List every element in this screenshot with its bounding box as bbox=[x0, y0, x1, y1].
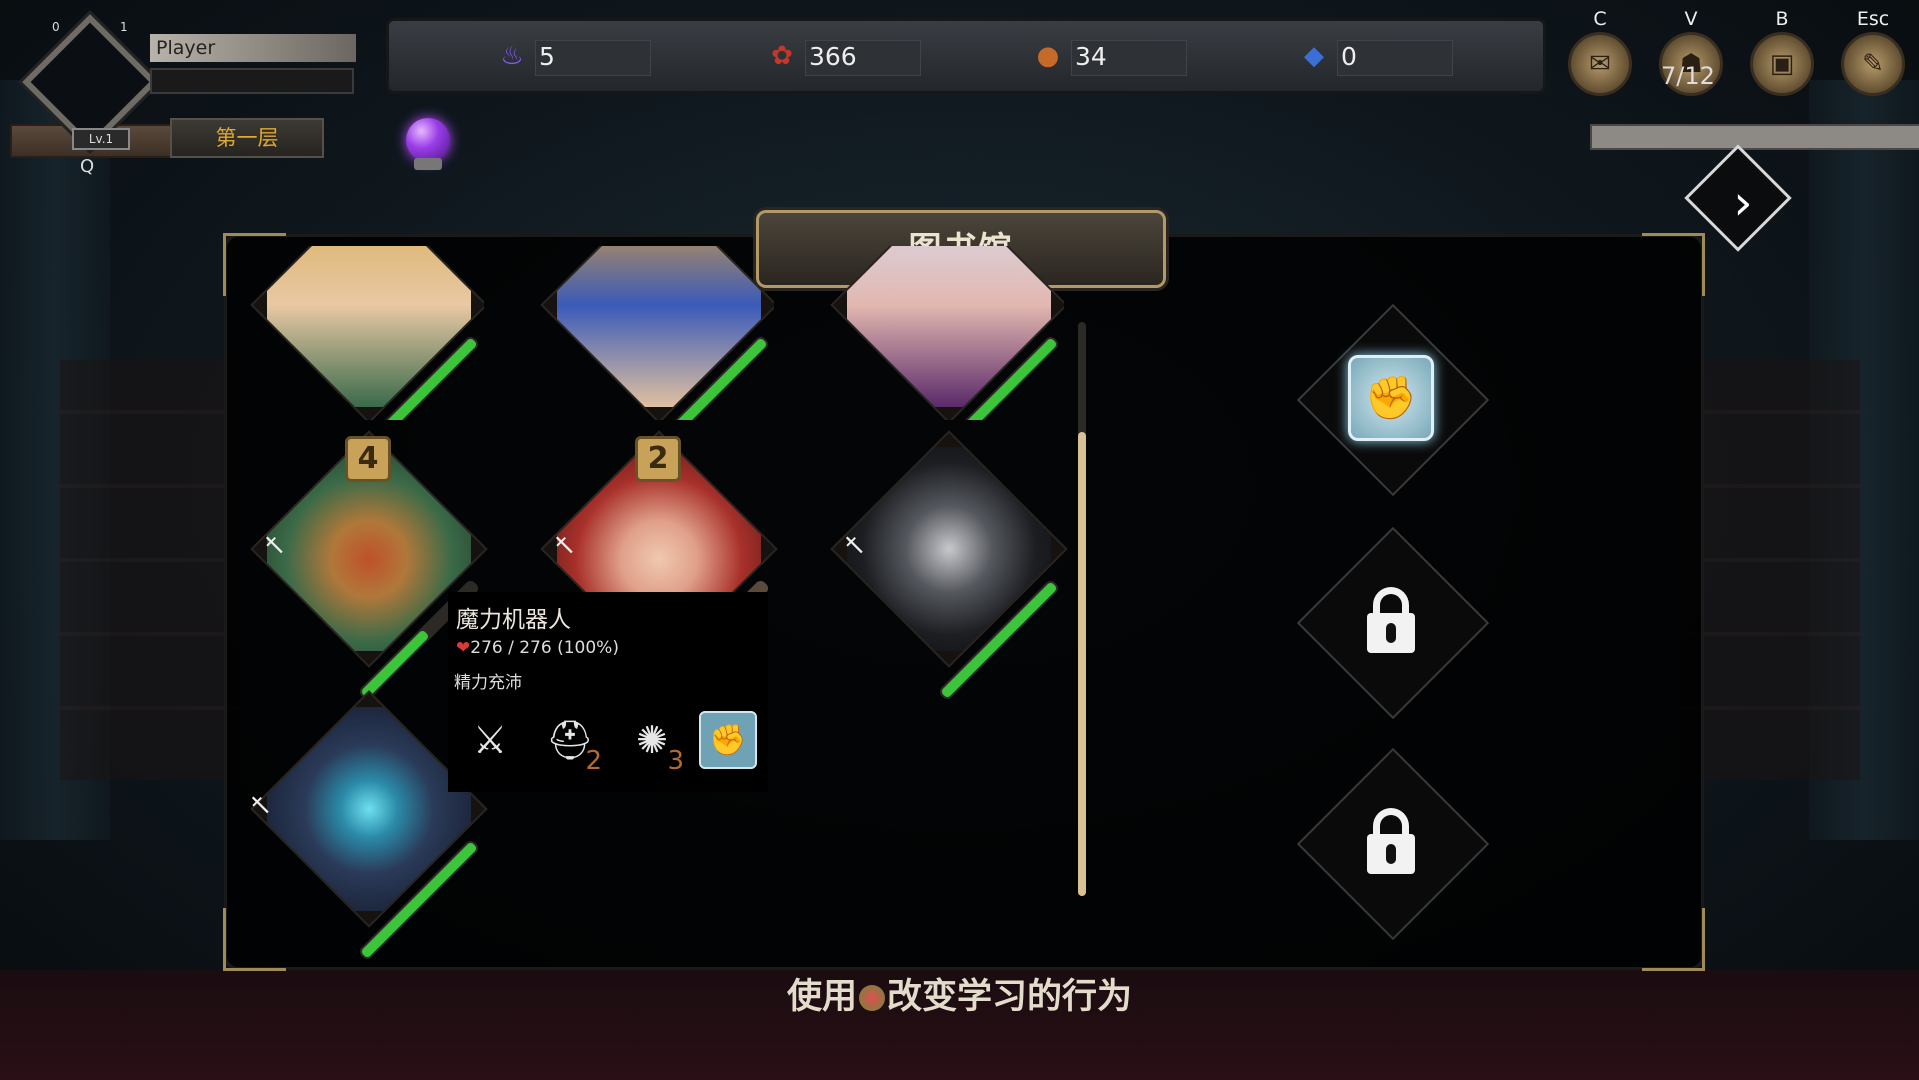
resource-soul: ♨ 5 bbox=[495, 36, 651, 76]
resource-meat-value: 34 bbox=[1075, 41, 1107, 71]
ability-slot-2-lock[interactable] bbox=[1325, 555, 1457, 687]
helmet-icon[interactable]: ⛑ 2 bbox=[540, 710, 602, 777]
soul-flame-icon: ♨ bbox=[500, 41, 524, 71]
map-scroll-icon[interactable]: ✉ bbox=[1568, 32, 1632, 96]
background-bookshelf-left bbox=[60, 360, 240, 780]
heart-icon: ❤ bbox=[456, 638, 471, 658]
panel-corner bbox=[1642, 908, 1705, 971]
ability-slot-1-icon[interactable]: ✊ bbox=[1325, 332, 1457, 464]
tooltip-hp-value: 276 / 276 (100%) bbox=[470, 638, 619, 658]
next-arrow-icon[interactable]: › bbox=[1708, 168, 1778, 238]
armor-shield-icon: ✊ bbox=[1348, 355, 1434, 441]
card-blue-mage[interactable] bbox=[540, 246, 774, 420]
menu-backpack[interactable]: B ▣ bbox=[1745, 8, 1819, 96]
menu-key: V bbox=[1684, 8, 1698, 30]
orb-stand bbox=[414, 158, 442, 170]
scrollbar-thumb[interactable] bbox=[1078, 432, 1086, 896]
card-level-badge: 4 bbox=[345, 436, 391, 482]
card-frame bbox=[540, 246, 774, 420]
player-exp-bar bbox=[150, 68, 354, 94]
meat-icon: ● bbox=[1036, 41, 1060, 71]
player-level: Lv.1 bbox=[72, 128, 130, 150]
menu-settings[interactable]: Esc ✎ bbox=[1836, 8, 1910, 96]
right-plank bbox=[1590, 124, 1919, 150]
menu-map[interactable]: C ✉ bbox=[1563, 8, 1637, 96]
resource-gems-value: 366 bbox=[809, 41, 857, 71]
lock-shackle bbox=[1373, 587, 1409, 621]
resource-gems: ✿ 366 bbox=[765, 36, 921, 76]
menu-key: C bbox=[1593, 8, 1607, 30]
portrait-left-count: 0 bbox=[52, 20, 60, 34]
player-frame: 0 1 Lv.1 Player 第一层 Q bbox=[10, 6, 356, 177]
resource-crystal: ◆ 0 bbox=[1297, 36, 1453, 76]
hint-text: 使用 改变学习的行为 bbox=[0, 968, 1919, 1019]
player-name: Player bbox=[150, 34, 356, 62]
tooltip-hp: ❤276 / 276 (100%) bbox=[456, 638, 619, 658]
backpack-icon[interactable]: ▣ bbox=[1750, 32, 1814, 96]
hint-before: 使用 bbox=[786, 977, 857, 1017]
gem-cluster-icon bbox=[859, 985, 885, 1011]
panel-corner bbox=[1642, 233, 1705, 296]
lock-keyhole bbox=[1386, 623, 1396, 643]
crystal-orb-icon[interactable] bbox=[406, 118, 450, 162]
party-count: 7/12 bbox=[1661, 62, 1715, 90]
menu-key: B bbox=[1775, 8, 1789, 30]
resource-bar: ♨ 5 ✿ 366 ● 34 ◆ 0 bbox=[386, 18, 1546, 94]
card-level-badge: 2 bbox=[635, 436, 681, 482]
card-hooded-rogue[interactable]: † bbox=[830, 430, 1068, 702]
lock-shackle bbox=[1373, 808, 1409, 842]
scarab-icon[interactable]: ✺ 3 bbox=[622, 710, 684, 776]
resource-crystal-value: 0 bbox=[1341, 41, 1357, 71]
portrait-right-count: 1 bbox=[120, 20, 128, 34]
background-bookshelf-right bbox=[1680, 360, 1860, 780]
character-tooltip: 魔力机器人 ❤276 / 276 (100%) 精力充沛 ⚔ ⛑ 2 ✺ 3 ✊ bbox=[448, 592, 768, 792]
card-blonde-heroine[interactable] bbox=[250, 246, 484, 420]
tooltip-status: 精力充沛 bbox=[454, 673, 522, 693]
resource-soul-value: 5 bbox=[539, 41, 555, 71]
lock-icon bbox=[1367, 808, 1415, 874]
crossed-attack-icon[interactable]: ⚔ bbox=[460, 710, 520, 770]
hotkey-q[interactable]: Q bbox=[80, 156, 94, 177]
skill-count: 2 bbox=[585, 746, 602, 776]
armor-shield-icon[interactable]: ✊ bbox=[698, 710, 758, 770]
settings-scroll-icon[interactable]: ✎ bbox=[1841, 32, 1905, 96]
skill-count: 3 bbox=[667, 746, 684, 776]
card-frame bbox=[250, 246, 484, 420]
ability-slot-3-lock[interactable] bbox=[1325, 776, 1457, 908]
menu-key: Esc bbox=[1856, 8, 1890, 30]
tooltip-name: 魔力机器人 bbox=[456, 607, 571, 633]
lock-keyhole bbox=[1386, 844, 1396, 864]
lock-icon bbox=[1367, 587, 1415, 653]
gem-cluster-icon: ✿ bbox=[771, 41, 793, 71]
hint-after: 改变学习的行为 bbox=[887, 977, 1133, 1017]
blue-crystal-icon: ◆ bbox=[1304, 41, 1324, 71]
resource-meat: ● 34 bbox=[1031, 36, 1187, 76]
player-portrait[interactable]: 0 1 Lv.1 bbox=[22, 14, 158, 150]
floor-label: 第一层 bbox=[170, 118, 324, 158]
